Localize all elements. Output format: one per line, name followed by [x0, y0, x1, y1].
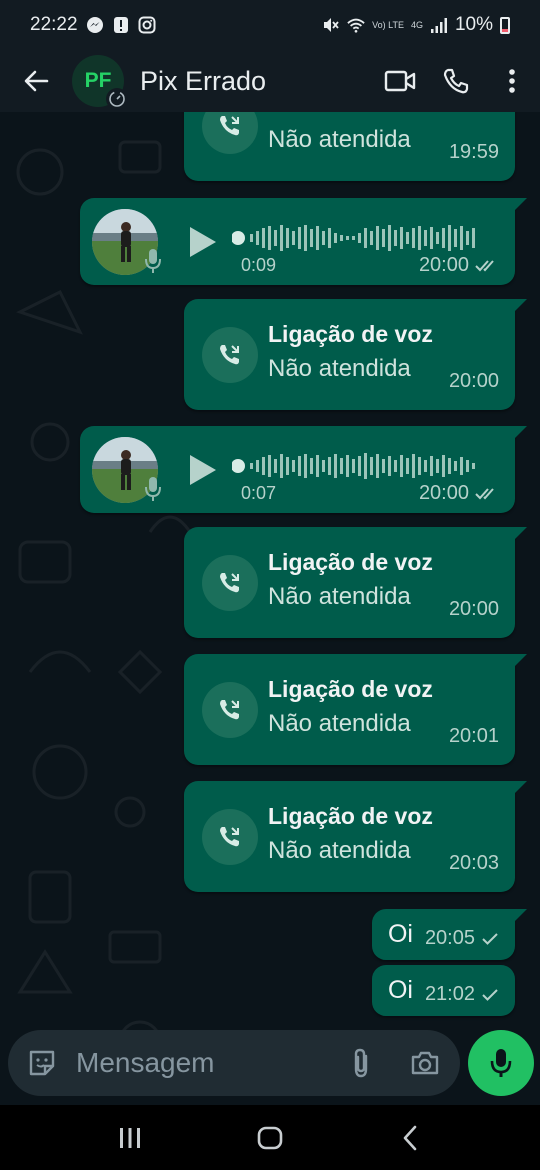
disappearing-timer-icon: [106, 88, 128, 110]
message-time: 20:00: [418, 254, 469, 276]
call-title: Ligação de voz: [268, 321, 433, 347]
attach-icon[interactable]: [336, 1038, 386, 1088]
missed-call-icon: [202, 809, 258, 865]
call-status: Não atendida: [268, 355, 411, 382]
system-nav-bar: [0, 1105, 540, 1170]
call-title: Ligação de voz: [268, 803, 433, 829]
audio-waveform[interactable]: [232, 220, 494, 256]
messenger-icon: [86, 16, 104, 34]
mic-icon: [143, 474, 163, 504]
voice-message[interactable]: 0:09 20:00: [80, 198, 527, 285]
check-icon: [482, 932, 498, 945]
mute-icon: [322, 16, 340, 34]
message-text: Oi: [387, 920, 413, 948]
call-status: Não atendida: [268, 837, 411, 864]
volte-label: Vo) LTE: [372, 19, 404, 30]
voice-duration: 0:07: [241, 483, 277, 503]
call-status: Não atendida: [268, 710, 411, 737]
call-title: Ligação de voz: [268, 676, 433, 702]
sticker-icon[interactable]: [20, 1041, 64, 1085]
mic-icon: [490, 1049, 512, 1077]
message-time: 20:01: [448, 725, 499, 747]
voice-record-button[interactable]: [468, 1030, 534, 1096]
voice-message[interactable]: 0:07 20:00: [80, 426, 527, 513]
status-bar: 22:22 Vo) LTE 4G 10%: [0, 0, 540, 50]
message-time: 21:02: [424, 983, 475, 1005]
instagram-icon: [138, 16, 156, 34]
double-check-icon: [475, 260, 494, 272]
call-message[interactable]: Ligação de voz Não atendida 20:03: [184, 781, 527, 892]
status-time: 22:22: [30, 14, 78, 35]
message-time: 20:00: [448, 598, 499, 620]
home-icon[interactable]: [240, 1113, 300, 1163]
chat-header: PF Pix Errado: [0, 50, 540, 112]
call-status: Não atendida: [268, 126, 411, 153]
message-time: 20:03: [448, 852, 499, 874]
call-message[interactable]: Ligação de voz Não atendida 20:00: [184, 527, 527, 638]
message-text: Oi: [387, 976, 413, 1004]
mic-icon: [143, 246, 163, 276]
message-composer: [8, 1030, 460, 1096]
back-icon[interactable]: [380, 1113, 440, 1163]
contact-name[interactable]: Pix Errado: [140, 66, 266, 97]
battery-percent: 10%: [454, 14, 493, 35]
message-time: 19:59: [448, 141, 499, 163]
chat-area[interactable]: Não atendida 19:59 0:09 20:00 Ligação de…: [0, 112, 540, 1102]
call-status: Não atendida: [268, 583, 411, 610]
text-message[interactable]: Oi 21:02: [371, 965, 515, 1016]
message-input[interactable]: [76, 1040, 336, 1086]
missed-call-icon: [202, 112, 258, 154]
phone-icon[interactable]: [428, 53, 484, 109]
audio-waveform[interactable]: [232, 448, 494, 484]
alert-icon: [112, 16, 130, 34]
play-icon[interactable]: [186, 222, 220, 262]
battery-icon: [500, 16, 510, 34]
camera-icon[interactable]: [400, 1038, 450, 1088]
video-call-icon[interactable]: [372, 53, 428, 109]
message-time: 20:05: [424, 927, 475, 949]
check-icon: [482, 988, 498, 1001]
missed-call-icon: [202, 682, 258, 738]
voice-duration: 0:09: [241, 255, 277, 275]
call-message[interactable]: Não atendida 19:59: [184, 112, 515, 181]
network-label: 4G: [410, 19, 423, 30]
more-vert-icon[interactable]: [484, 53, 540, 109]
double-check-icon: [475, 488, 494, 500]
call-message[interactable]: Ligação de voz Não atendida 20:00: [184, 299, 527, 410]
missed-call-icon: [202, 555, 258, 611]
signal-icon: [430, 16, 448, 34]
play-icon[interactable]: [186, 450, 220, 490]
message-time: 20:00: [448, 370, 499, 392]
back-arrow-icon[interactable]: [18, 63, 54, 99]
call-title: Ligação de voz: [268, 549, 433, 575]
missed-call-icon: [202, 327, 258, 383]
message-time: 20:00: [418, 482, 469, 504]
call-message[interactable]: Ligação de voz Não atendida 20:01: [184, 654, 527, 765]
wifi-icon: [347, 16, 365, 34]
contact-avatar[interactable]: PF: [72, 55, 128, 110]
text-message[interactable]: Oi 20:05: [371, 909, 528, 960]
recents-icon[interactable]: [100, 1113, 160, 1163]
